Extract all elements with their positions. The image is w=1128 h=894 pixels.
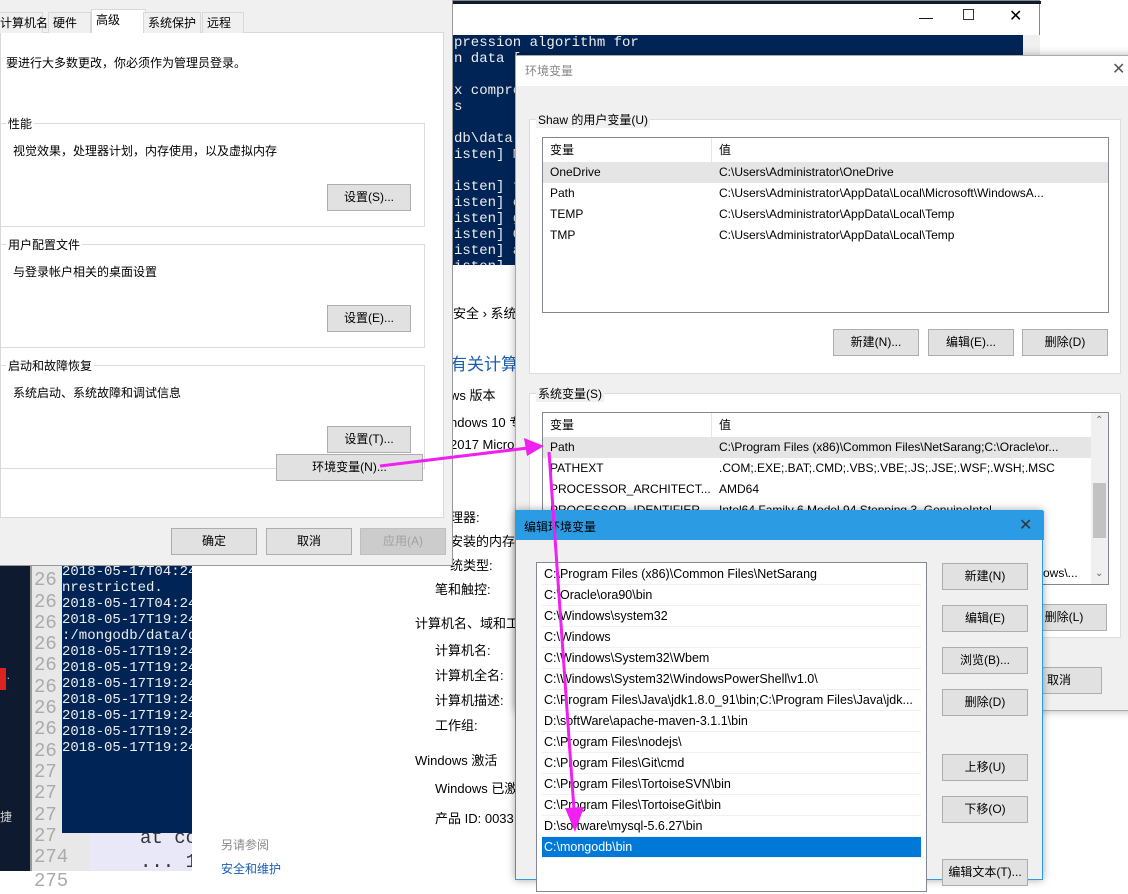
annotation-arrows (379, 438, 584, 832)
tab-4[interactable]: 远程 (202, 12, 244, 33)
tab-0[interactable]: 计算机名 (0, 12, 48, 33)
tab-2[interactable]: 高级 (91, 9, 146, 33)
arrowhead-icon (565, 807, 584, 832)
line-number: 275 (34, 870, 69, 893)
arrow-to-mongodb (547, 451, 576, 811)
arrow-to-path (379, 446, 529, 468)
red-marker (0, 668, 6, 690)
tab-1[interactable]: 硬件 (48, 12, 91, 33)
tab-3[interactable]: 系统保护 (143, 12, 201, 33)
arrowhead-icon (524, 438, 544, 456)
